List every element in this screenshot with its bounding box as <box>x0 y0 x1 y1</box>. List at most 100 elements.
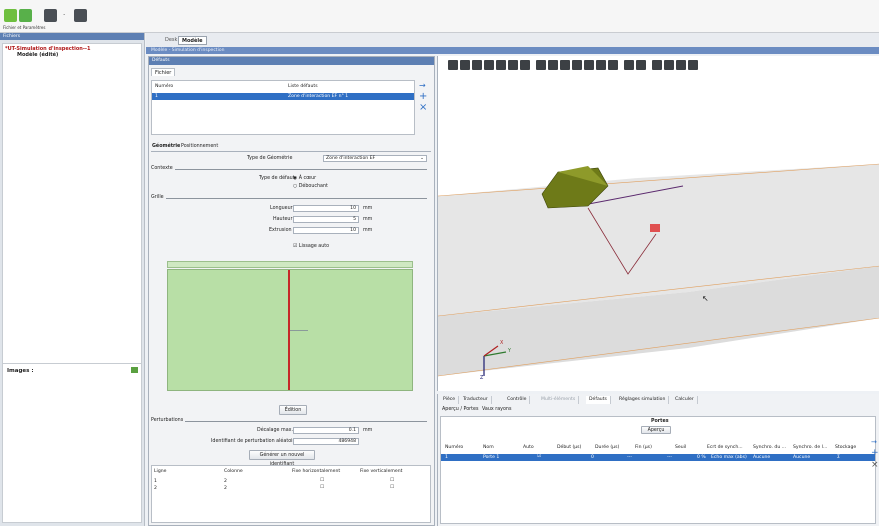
import-icon[interactable]: → <box>419 81 426 91</box>
row-debut: 0 <box>591 455 594 460</box>
row-number: 1 <box>155 94 158 99</box>
delete-icon[interactable]: × <box>419 103 427 113</box>
tree-child-model[interactable]: Modèle (édité) <box>17 52 58 58</box>
ribbon-toolbar: · Fichier et Paramètres <box>0 0 879 33</box>
viewport-3d[interactable]: X Y Z ↖ <box>437 56 879 391</box>
tab-modele[interactable]: Modèle <box>178 36 207 45</box>
hauteur-label: Hauteur <box>273 217 293 222</box>
new-icon[interactable] <box>4 9 17 22</box>
cursor-icon: ↖ <box>702 294 709 303</box>
auto-checkbox[interactable]: ☑ <box>537 454 541 459</box>
type-geometrie-label: Type de Géométrie <box>247 156 293 161</box>
tab-piece[interactable]: Pièce <box>440 396 460 404</box>
add-icon[interactable]: + <box>871 448 879 458</box>
file-tree: *UT-Simulation d'inspection--1 Modèle (é… <box>2 43 142 393</box>
divider <box>151 151 431 152</box>
tab-reglages-simulation[interactable]: Réglages simulation <box>616 396 670 404</box>
decalage-unit: mm <box>363 428 373 433</box>
tab-multi-elements[interactable]: Multi-éléments <box>538 396 580 404</box>
grille-title: Grille <box>151 195 166 200</box>
axis-x-label: X <box>500 341 504 346</box>
col-numero: Numéro <box>155 84 174 89</box>
col-numero: Numéro <box>445 445 464 450</box>
grid-preview[interactable] <box>167 269 413 391</box>
portes-title: Portes <box>651 419 669 424</box>
settings-icon[interactable] <box>19 9 32 22</box>
hauteur-unit: mm <box>363 217 373 222</box>
ident-input[interactable]: 486948 <box>293 438 359 445</box>
table-row-cell: 2 <box>154 486 157 491</box>
fixe-h-checkbox[interactable]: ☐ <box>320 478 324 483</box>
main-header: Modèle - Simulation d'inspection <box>146 47 879 54</box>
tab-traducteur[interactable]: Traducteur <box>460 396 492 404</box>
bottom-panel: Pièce Traducteur Contrôle Multi-éléments… <box>437 394 879 526</box>
ident-label: Identifiant de perturbation aléatoire <box>211 439 298 444</box>
subtab-geometrie[interactable]: Géométrie <box>152 144 180 149</box>
fixe-v-checkbox[interactable]: ☐ <box>390 485 394 490</box>
save-icon[interactable] <box>74 9 87 22</box>
longueur-input[interactable]: 10 <box>293 205 359 212</box>
portes-panel: Portes Aperçu Numéro Nom Auto Début (µs)… <box>440 416 876 524</box>
extrusion-input[interactable]: 10 <box>293 227 359 234</box>
axis-y-label: Y <box>508 349 511 354</box>
contexte-section: Contexte <box>151 166 427 171</box>
table-row-cell: 2 <box>224 479 227 484</box>
col-colonne: Colonne <box>224 469 243 474</box>
subtab-vaux-rayons[interactable]: Vaux rayons <box>482 407 511 412</box>
left-panel: Fichiers *UT-Simulation d'inspection--1 … <box>0 33 145 526</box>
contexte-title: Contexte <box>151 166 175 171</box>
add-icon[interactable]: + <box>419 92 427 102</box>
defauts-table: Numéro Liste défauts 1 Zone d'interactio… <box>151 80 415 135</box>
fixe-h-checkbox[interactable]: ☐ <box>320 485 324 490</box>
defauts-panel: Défauts Fichier Numéro Liste défauts 1 Z… <box>148 56 435 526</box>
edition-button[interactable]: Édition <box>279 405 307 415</box>
longueur-unit: mm <box>363 206 373 211</box>
tab-controle[interactable]: Contrôle <box>504 396 531 404</box>
hauteur-input[interactable]: 5 <box>293 216 359 223</box>
tab-fichier[interactable]: Fichier <box>151 68 176 76</box>
col-duree: Durée (µs) <box>595 445 620 450</box>
lissage-label: Lissage auto <box>298 244 330 249</box>
col-auto: Auto <box>523 445 534 450</box>
col-liste-defauts: Liste défauts <box>288 84 318 89</box>
row-name: Zone d'interaction EF n° 1 <box>288 94 349 99</box>
open-icon[interactable] <box>44 9 57 22</box>
table-row[interactable] <box>152 93 414 100</box>
col-seuil: Seuil <box>675 445 687 450</box>
delete-icon[interactable]: × <box>871 460 879 470</box>
decalage-input[interactable]: 0.1 <box>293 427 359 434</box>
image-add-icon[interactable] <box>131 367 138 373</box>
subtab-apercu-portes[interactable]: Aperçu / Portes <box>442 407 478 412</box>
lissage-checkbox[interactable]: ☑ Lissage auto <box>293 244 329 249</box>
subtab-positionnement[interactable]: Positionnement <box>181 144 218 149</box>
document-tabs: Desk Modèle <box>146 33 879 47</box>
apercu-button[interactable]: Aperçu <box>641 426 671 434</box>
radio-debouchant[interactable]: ○ Débouchant <box>293 184 328 189</box>
import-icon[interactable]: → <box>871 437 877 447</box>
tab-calculer[interactable]: Calculer <box>672 396 698 404</box>
dropdown-dot-icon[interactable]: · <box>63 9 70 22</box>
tab-defauts[interactable]: Défauts <box>586 396 611 404</box>
table-row-cell: 2 <box>224 486 227 491</box>
defauts-header: Défauts <box>149 57 434 65</box>
row-stockage: Σ <box>837 455 840 460</box>
col-fixe-h: Fixe horizontalement <box>292 469 341 474</box>
perturbations-title: Perturbations <box>151 418 186 423</box>
radio-a-coeur[interactable]: ◉ À cœur <box>293 176 316 181</box>
row-synchro-de: Aucune <box>793 455 811 460</box>
col-fin: Fin (µs) <box>635 445 652 450</box>
fixe-v-checkbox[interactable]: ☐ <box>390 478 394 483</box>
type-defaut-label: Type de défaut <box>259 176 295 181</box>
col-debut: Début (µs) <box>557 445 582 450</box>
axis-z-label: Z <box>480 376 484 381</box>
defect-marker <box>650 224 660 232</box>
col-ligne: Ligne <box>154 469 167 474</box>
row-synchro-du: Aucune <box>753 455 771 460</box>
images-label: Images : <box>7 368 34 374</box>
row-ecrt: Echo max (abs) <box>711 455 747 460</box>
chevron-down-icon: ⌄ <box>420 156 424 161</box>
scene-svg <box>438 163 879 377</box>
type-geometrie-select[interactable]: Zone d'interaction EF ⌄ <box>323 155 427 162</box>
generer-button[interactable]: Générer un nouvel identifiant <box>249 450 315 467</box>
radio-debouchant-label: Débouchant <box>298 184 328 189</box>
